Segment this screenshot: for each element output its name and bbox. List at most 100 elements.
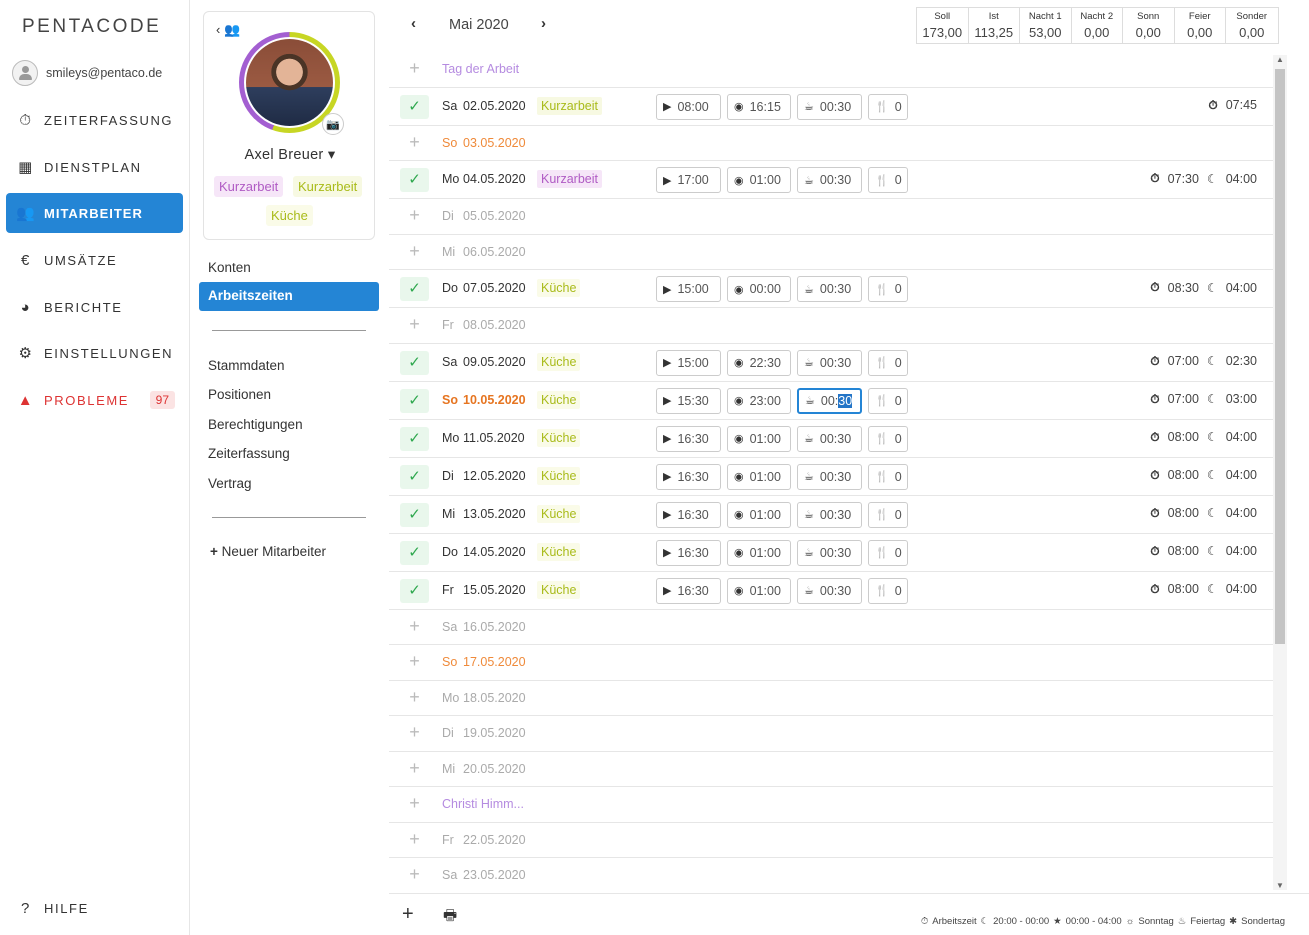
end-time-field[interactable]: ◉ 01:00 [727, 501, 791, 528]
add-entry-icon[interactable]: + [400, 686, 429, 710]
add-entry-icon[interactable]: + [400, 863, 429, 887]
submenu-vertrag[interactable]: Vertrag [208, 476, 252, 491]
pause-field[interactable]: ☕ 00:30 [797, 577, 862, 604]
table-row[interactable]: + Mo 18.05.2020 [389, 681, 1273, 716]
meal-field[interactable]: 🍴 0 [868, 349, 908, 376]
add-icon[interactable]: + [402, 903, 414, 926]
nav-dienstplan[interactable]: ▦ DIENSTPLAN [6, 147, 183, 187]
add-entry-icon[interactable]: + [400, 204, 429, 228]
nav-zeiterfassung[interactable]: ⏱ ZEITERFASSUNG [6, 100, 183, 140]
table-row[interactable]: + Christi Himm... [389, 787, 1273, 823]
pause-field[interactable]: ☕ 00:30 [797, 539, 862, 566]
scroll-up-icon[interactable]: ▲ [1276, 55, 1284, 64]
meal-field[interactable]: 🍴 0 [868, 425, 908, 452]
table-row[interactable]: ✓ Sa 09.05.2020 Küche ▶ 15:00 ◉ 22:30 ☕ 00:30 🍴 0 ⏱ 0… [389, 344, 1273, 382]
pause-field[interactable]: ☕ 00:30 [797, 425, 862, 452]
table-row[interactable]: + Fr 08.05.2020 [389, 308, 1273, 344]
add-entry-icon[interactable]: + [400, 313, 429, 337]
group-icon[interactable]: ‹ 👥 [216, 22, 240, 38]
add-entry-icon[interactable]: + [400, 828, 429, 852]
add-entry-icon[interactable]: + [400, 57, 429, 81]
prev-month-icon[interactable]: ‹ [411, 15, 416, 32]
table-row[interactable]: + So 03.05.2020 [389, 126, 1273, 161]
nav-probleme[interactable]: ▲ PROBLEME 97 [6, 380, 183, 420]
check-icon[interactable]: ✓ [400, 540, 429, 565]
table-row[interactable]: ✓ Di 12.05.2020 Küche ▶ 16:30 ◉ 01:00 ☕ 00:30 🍴 0 ⏱ 0… [389, 458, 1273, 496]
pause-field[interactable]: ☕ 00:30 [797, 93, 862, 120]
end-time-field[interactable]: ◉ 01:00 [727, 463, 791, 490]
add-entry-icon[interactable]: + [400, 131, 429, 155]
table-row[interactable]: + Sa 23.05.2020 [389, 858, 1273, 892]
table-row[interactable]: + Mi 06.05.2020 [389, 235, 1273, 270]
pause-field[interactable]: ☕ 00:30 [797, 349, 862, 376]
add-entry-icon[interactable]: + [400, 240, 429, 264]
start-time-field[interactable]: ▶ 17:00 [656, 167, 721, 193]
pause-field[interactable]: ☕ 00:30 [797, 276, 862, 302]
check-icon[interactable]: ✓ [400, 350, 429, 375]
submenu-berechtigungen[interactable]: Berechtigungen [208, 417, 303, 432]
add-entry-icon[interactable]: + [400, 615, 429, 639]
start-time-field[interactable]: ▶ 16:30 [656, 463, 721, 490]
end-time-field[interactable]: ◉ 00:00 [727, 276, 791, 302]
start-time-field[interactable]: ▶ 08:00 [656, 93, 721, 120]
add-entry-icon[interactable]: + [400, 721, 429, 745]
table-row[interactable]: + Di 05.05.2020 [389, 199, 1273, 235]
nav-berichte[interactable]: ◕ BERICHTE [6, 287, 183, 327]
start-time-field[interactable]: ▶ 16:30 [656, 577, 721, 604]
add-entry-icon[interactable]: + [400, 650, 429, 674]
table-row[interactable]: ✓ Fr 15.05.2020 Küche ▶ 16:30 ◉ 01:00 ☕ 00:30 🍴 0 ⏱ 0… [389, 572, 1273, 610]
camera-icon[interactable]: 📷 [322, 113, 344, 135]
nav-umsaetze[interactable]: € UMSÄTZE [6, 240, 183, 280]
start-time-field[interactable]: ▶ 16:30 [656, 501, 721, 528]
add-entry-icon[interactable]: + [400, 757, 429, 781]
end-time-field[interactable]: ◉ 01:00 [727, 539, 791, 566]
start-time-field[interactable]: ▶ 16:30 [656, 425, 721, 452]
print-icon[interactable]: 🖶 [443, 905, 457, 930]
scrollbar[interactable]: ▲ ▼ [1273, 55, 1287, 890]
table-row[interactable]: + Sa 16.05.2020 [389, 610, 1273, 645]
table-row[interactable]: + Mi 20.05.2020 [389, 752, 1273, 787]
add-entry-icon[interactable]: + [400, 792, 429, 816]
user-account[interactable]: smileys@pentaco.de [12, 60, 162, 86]
next-month-icon[interactable]: › [541, 15, 546, 32]
table-row[interactable]: + Di 19.05.2020 [389, 716, 1273, 752]
start-time-field[interactable]: ▶ 16:30 [656, 539, 721, 566]
end-time-field[interactable]: ◉ 01:00 [727, 167, 791, 193]
check-icon[interactable]: ✓ [400, 168, 429, 192]
meal-field[interactable]: 🍴 0 [868, 93, 908, 120]
table-row[interactable]: + Tag der Arbeit [389, 52, 1273, 88]
end-time-field[interactable]: ◉ 22:30 [727, 349, 791, 376]
scroll-down-icon[interactable]: ▼ [1276, 881, 1284, 890]
nav-einstellungen[interactable]: ⚙ EINSTELLUNGEN [6, 333, 183, 373]
meal-field[interactable]: 🍴 0 [868, 167, 908, 193]
employee-name-dropdown[interactable]: Axel Breuer ▾ [204, 147, 376, 163]
check-icon[interactable]: ✓ [400, 502, 429, 527]
meal-field[interactable]: 🍴 0 [868, 577, 908, 604]
start-time-field[interactable]: ▶ 15:00 [656, 276, 721, 302]
table-row[interactable]: ✓ Mi 13.05.2020 Küche ▶ 16:30 ◉ 01:00 ☕ 00:30 🍴 0 ⏱ 0… [389, 496, 1273, 534]
start-time-field[interactable]: ▶ 15:00 [656, 349, 721, 376]
table-row[interactable]: ✓ Mo 04.05.2020 Kurzarbeit ▶ 17:00 ◉ 01:00 ☕ 00:3… [389, 161, 1273, 199]
check-icon[interactable]: ✓ [400, 94, 429, 119]
start-time-field[interactable]: ▶ 15:30 [656, 387, 721, 414]
table-row[interactable]: ✓ Mo 11.05.2020 Küche ▶ 16:30 ◉ 01:00 ☕ 00:30 🍴 0 ⏱ 0… [389, 420, 1273, 458]
meal-field[interactable]: 🍴 0 [868, 463, 908, 490]
submenu-zeiterfassung[interactable]: Zeiterfassung [208, 446, 290, 461]
check-icon[interactable]: ✓ [400, 578, 429, 603]
pause-field[interactable]: ☕ 00:30 [797, 501, 862, 528]
end-time-field[interactable]: ◉ 01:00 [727, 577, 791, 604]
table-row[interactable]: + Fr 22.05.2020 [389, 823, 1273, 858]
check-icon[interactable]: ✓ [400, 388, 429, 413]
submenu-stammdaten[interactable]: Stammdaten [208, 358, 285, 373]
pause-field[interactable]: ☕ 00:30 [797, 463, 862, 490]
table-row[interactable]: ✓ Do 07.05.2020 Küche ▶ 15:00 ◉ 00:00 ☕ 00:30 🍴 0 ⏱ 0… [389, 270, 1273, 308]
pause-field[interactable]: ☕ 00:30 [797, 387, 862, 414]
pause-field[interactable]: ☕ 00:30 [797, 167, 862, 193]
submenu-arbeitszeiten[interactable]: Arbeitszeiten [199, 282, 379, 311]
meal-field[interactable]: 🍴 0 [868, 387, 908, 414]
table-row[interactable]: ✓ Do 14.05.2020 Küche ▶ 16:30 ◉ 01:00 ☕ 00:30 🍴 0 ⏱ 0… [389, 534, 1273, 572]
table-row[interactable]: + So 17.05.2020 [389, 645, 1273, 681]
meal-field[interactable]: 🍴 0 [868, 501, 908, 528]
submenu-positionen[interactable]: Positionen [208, 387, 271, 402]
end-time-field[interactable]: ◉ 16:15 [727, 93, 791, 120]
